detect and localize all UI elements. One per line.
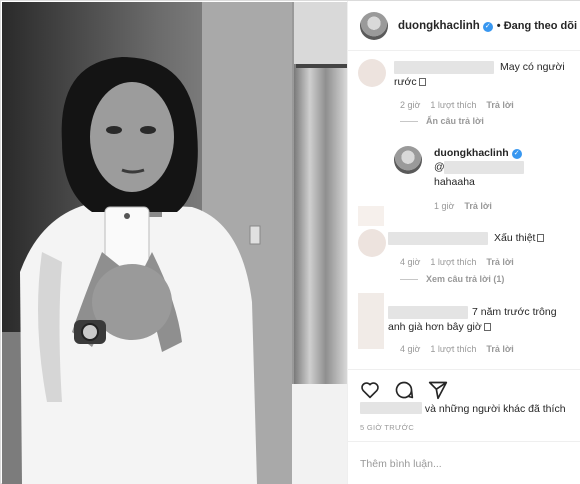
post-header: duongkhaclinh ✓ • Đang theo dõi (348, 1, 580, 51)
reply-username-text[interactable]: duongkhaclinh (434, 147, 509, 159)
hide-replies-button[interactable]: Ẩn câu trả lời (400, 116, 484, 126)
selfie-image (2, 2, 347, 484)
redacted-username (388, 232, 488, 245)
comment-text-cont: anh già hơn bây giờ (388, 321, 482, 333)
post-photo[interactable] (2, 2, 347, 484)
heart-icon[interactable] (360, 381, 380, 399)
emoji-placeholder-icon (537, 234, 545, 242)
comment-age[interactable]: 1 giờ (434, 201, 454, 211)
comment-meta: 1 giờ Trả lời (434, 201, 502, 211)
separator-dot: • (496, 19, 501, 32)
redacted-liker (360, 402, 422, 414)
emoji-placeholder-icon (418, 78, 426, 86)
reply-username[interactable]: duongkhaclinh ✓ (434, 147, 522, 159)
username[interactable]: duongkhaclinh ✓ (398, 20, 493, 32)
comment-age[interactable]: 2 giờ (400, 100, 420, 110)
view-replies-button[interactable]: Xem câu trả lời (1) (400, 274, 504, 284)
follow-status[interactable]: • Đang theo dõi (497, 20, 577, 32)
avatar[interactable] (360, 11, 388, 40)
comment-likes[interactable]: 1 lượt thích (430, 257, 476, 267)
verified-badge-icon: ✓ (511, 149, 522, 159)
comment-icon[interactable] (394, 380, 414, 400)
share-icon[interactable] (428, 380, 448, 400)
comment-text: hahaaha (434, 176, 475, 188)
likes-summary: và những người khác đã thích (360, 402, 566, 415)
post-timestamp[interactable]: 5 GIỜ TRƯỚC (360, 423, 414, 432)
redacted-username (394, 61, 494, 74)
redacted-username (388, 306, 468, 319)
comment-meta: 2 giờ 1 lượt thích Trả lời (400, 100, 524, 110)
add-comment-box[interactable]: Thêm bình luận... (348, 441, 580, 484)
instagram-post: duongkhaclinh ✓ • Đang theo dõi May có ng… (0, 0, 580, 484)
verified-badge-icon: ✓ (482, 21, 493, 32)
comment-likes[interactable]: 1 lượt thích (430, 100, 476, 110)
comment-age[interactable]: 4 giờ (400, 257, 420, 267)
comment-text: Xấu thiệt (494, 232, 536, 244)
comment-text-cont: rước (394, 76, 417, 88)
avatar[interactable] (358, 59, 386, 87)
reply-button[interactable]: Trả lời (486, 257, 513, 267)
comment-text: May có người (500, 61, 565, 73)
reply-button[interactable]: Trả lời (486, 100, 513, 110)
comment-age[interactable]: 4 giờ (400, 344, 420, 354)
emoji-placeholder-icon (483, 323, 491, 331)
likes-text[interactable]: và những người khác đã thích (425, 403, 566, 415)
comment-meta: 4 giờ 1 lượt thích Trả lời (400, 257, 524, 267)
post-side-panel: duongkhaclinh ✓ • Đang theo dõi May có ng… (347, 1, 580, 484)
avatar[interactable] (394, 146, 422, 174)
comment-text-line2: rước (394, 76, 426, 89)
avatar-partial (358, 206, 384, 226)
comment-meta: 4 giờ 1 lượt thích Trả lời (400, 344, 524, 354)
comment-text-line2: anh già hơn bây giờ (388, 321, 491, 334)
redacted-mention (444, 161, 524, 174)
reply-button[interactable]: Trả lời (486, 344, 513, 354)
follow-button[interactable]: Đang theo dõi (504, 20, 577, 32)
avatar[interactable] (358, 293, 384, 349)
comment-likes[interactable]: 1 lượt thích (430, 344, 476, 354)
username-text[interactable]: duongkhaclinh (398, 20, 480, 32)
comments-list: May có người rước 2 giờ 1 lượt thích Trả l… (348, 51, 580, 369)
comment-text: 7 năm trước trông (472, 306, 557, 318)
avatar[interactable] (358, 229, 386, 257)
reply-button[interactable]: Trả lời (464, 201, 491, 211)
comment-input[interactable]: Thêm bình luận... (360, 458, 442, 470)
comment-text-row: Xấu thiệt (494, 232, 545, 245)
